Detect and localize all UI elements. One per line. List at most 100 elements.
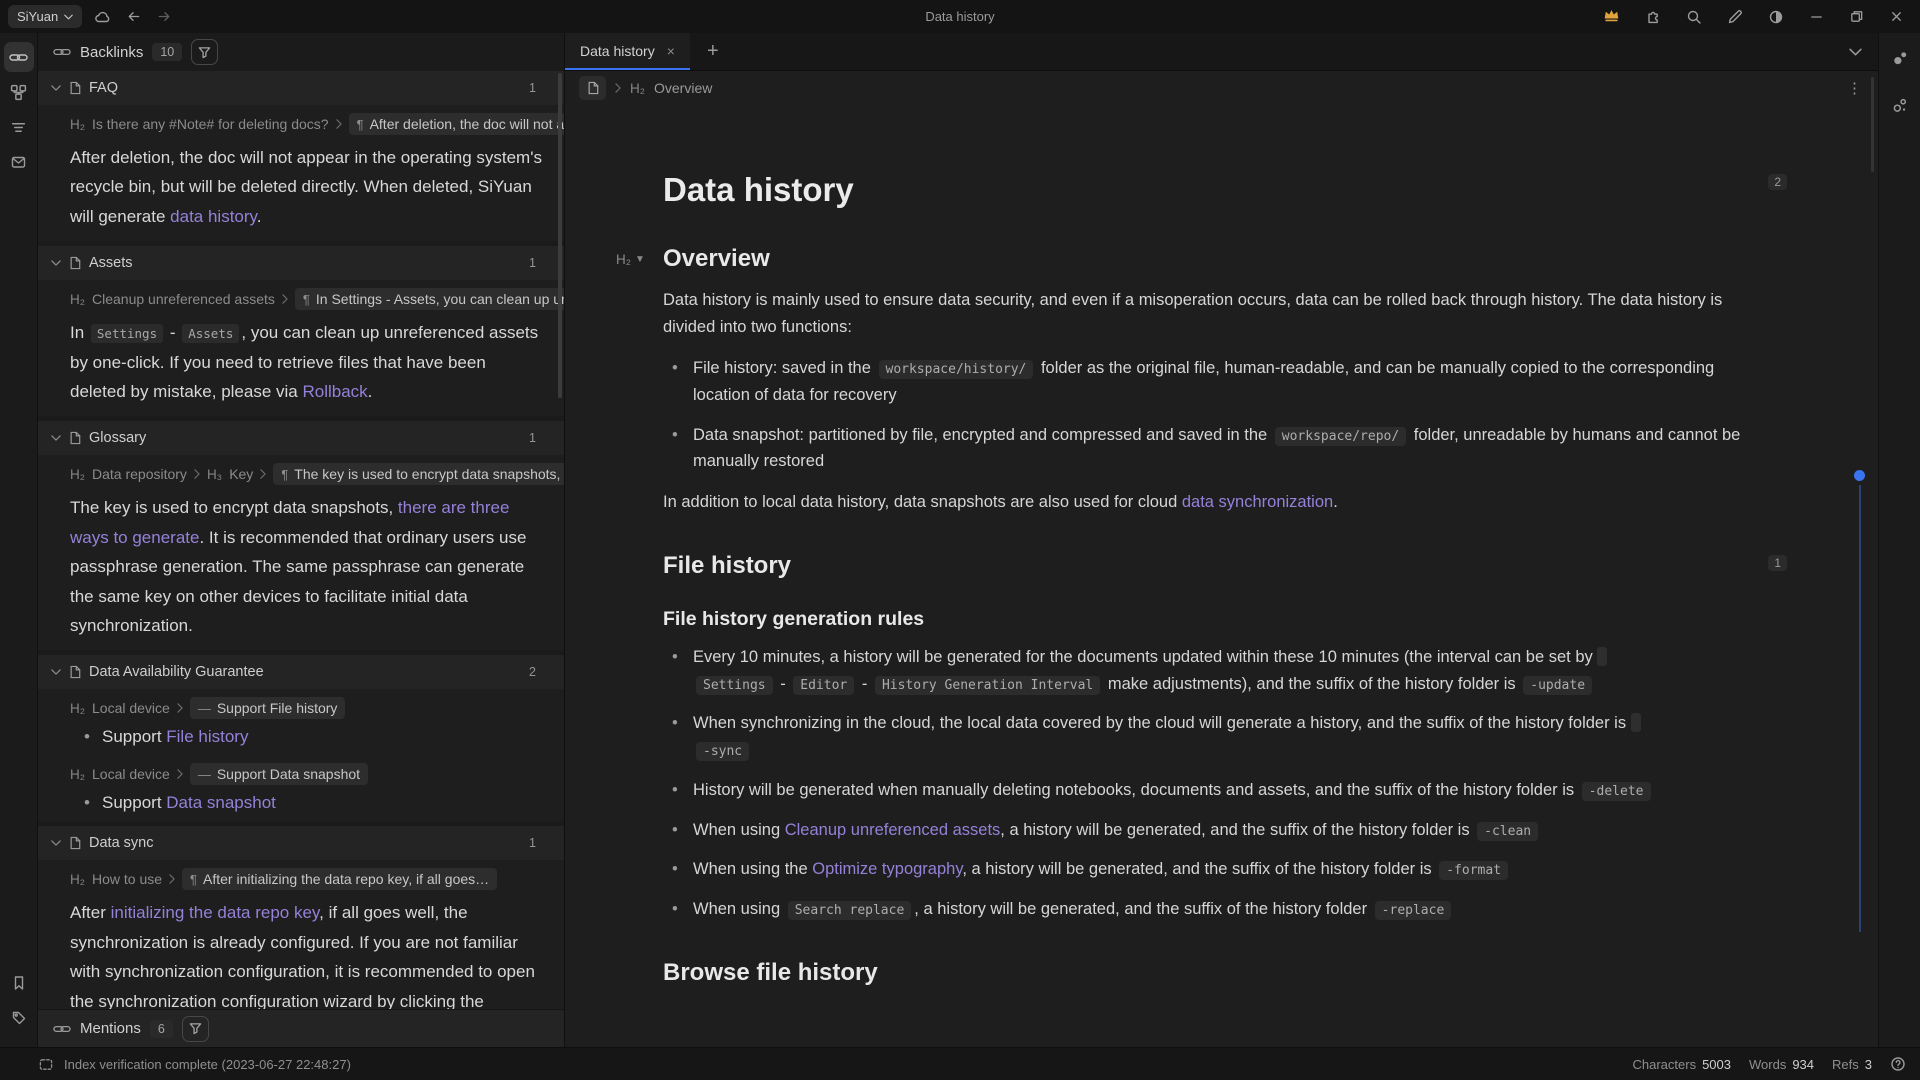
mentions-filter-button[interactable]: [182, 1016, 209, 1042]
breadcrumb-chip[interactable]: ¶After deletion, the doc will not appear…: [349, 113, 564, 135]
breadcrumb-doc-button[interactable]: [579, 76, 606, 100]
dock-graph-view[interactable]: [1885, 46, 1915, 76]
text-run: History will be generated when manually …: [693, 781, 1579, 799]
breadcrumb-chip[interactable]: ¶The key is used to encrypt data snapsho…: [273, 463, 564, 485]
heading-block[interactable]: File history1: [663, 552, 1773, 580]
close-window-button[interactable]: [1887, 7, 1906, 26]
bullet-list-item[interactable]: When using Search replace, a history wil…: [663, 896, 1773, 923]
inline-link[interactable]: Data snapshot: [166, 793, 276, 812]
bullet-list-item[interactable]: Every 10 minutes, a history will be gene…: [663, 644, 1773, 697]
backlink-breadcrumb[interactable]: H₂Local device—Support Data snapshot: [38, 755, 564, 789]
backlink-section-header[interactable]: Data Availability Guarantee2: [38, 655, 564, 689]
tab-data-history[interactable]: Data history ×: [565, 33, 690, 70]
backlink-breadcrumb[interactable]: H₂Local device—Support File history: [38, 689, 564, 723]
dock-outline[interactable]: [4, 112, 34, 142]
paragraph-icon: ¶: [303, 292, 310, 307]
backlinks-panel: Backlinks 10 FAQ1H₂Is there any #Note# f…: [38, 33, 565, 1047]
chip-text: In Settings - Assets, you can clean up u…: [316, 291, 564, 307]
inline-link[interactable]: initializing the data repo key: [111, 903, 320, 922]
heading-tag: H₂: [70, 467, 85, 482]
inline-link[interactable]: data history: [170, 207, 257, 226]
inline-link[interactable]: Rollback: [302, 382, 367, 401]
backlink-section-header[interactable]: Glossary1: [38, 421, 564, 455]
dock-backlinks[interactable]: [4, 42, 34, 72]
heading-gutter[interactable]: H₂▼: [616, 252, 645, 267]
theme-button[interactable]: [1766, 7, 1786, 27]
bullet-list-item[interactable]: When using the Optimize typography, a hi…: [663, 856, 1773, 883]
inline-link[interactable]: Optimize typography: [812, 860, 962, 878]
backlink-list-item[interactable]: Support File history: [38, 723, 564, 755]
marketplace-button[interactable]: [1643, 7, 1663, 27]
bullet-list-item[interactable]: File history: saved in the workspace/his…: [663, 355, 1773, 408]
backlink-breadcrumb[interactable]: H₂Is there any #Note# for deleting docs?…: [38, 105, 564, 139]
chevron-right-icon: [615, 83, 621, 93]
dock-inbox[interactable]: [4, 147, 34, 177]
backlink-section-header[interactable]: Assets1: [38, 246, 564, 280]
backlink-section-header[interactable]: FAQ1: [38, 71, 564, 105]
text-run: Support: [102, 793, 166, 812]
ref-count-badge[interactable]: 1: [1768, 555, 1787, 571]
global-graph-icon: [1891, 97, 1909, 114]
heading-block[interactable]: OverviewH₂▼: [663, 245, 1773, 273]
help-button[interactable]: [1890, 1056, 1906, 1072]
backlink-section-header[interactable]: Data sync1: [38, 826, 564, 860]
backlinks-title: Backlinks: [80, 44, 143, 61]
app-menu-button[interactable]: SiYuan: [8, 5, 82, 28]
inline-link[interactable]: data synchronization: [1182, 493, 1333, 511]
backlink-paragraph[interactable]: After initializing the data repo key, if…: [38, 894, 564, 1009]
breadcrumb-chip[interactable]: ¶After initializing the data repo key, i…: [182, 868, 497, 890]
tab-close-icon[interactable]: ×: [667, 43, 675, 59]
bullet-list-item[interactable]: History will be generated when manually …: [663, 777, 1773, 804]
filter-funnel-icon: [189, 1022, 202, 1035]
edit-mode-button[interactable]: [1725, 7, 1745, 27]
paragraph-block[interactable]: Data history is mainly used to ensure da…: [663, 287, 1773, 341]
heading-block[interactable]: File history generation rules: [663, 608, 1773, 631]
more-options-button[interactable]: ⋮: [1847, 79, 1862, 97]
stat-characters: Characters5003: [1633, 1057, 1732, 1072]
mentions-bar[interactable]: Mentions 6: [38, 1009, 564, 1047]
minimize-button[interactable]: [1807, 7, 1826, 26]
scroll-position-dot[interactable]: [1854, 470, 1865, 481]
restore-button[interactable]: [1847, 7, 1866, 26]
backlink-paragraph[interactable]: The key is used to encrypt data snapshot…: [38, 489, 564, 650]
breadcrumb-chip[interactable]: ¶ In Settings - Assets, you can clean up …: [295, 288, 564, 310]
paragraph-block[interactable]: In addition to local data history, data …: [663, 489, 1773, 516]
breadcrumb-chip[interactable]: —Support Data snapshot: [190, 763, 368, 785]
backlink-paragraph[interactable]: After deletion, the doc will not appear …: [38, 139, 564, 241]
back-button[interactable]: [123, 7, 144, 26]
sync-cloud-button[interactable]: [92, 7, 113, 26]
document-icon: [587, 81, 599, 95]
breadcrumb-text: How to use: [92, 871, 162, 887]
forward-button[interactable]: [154, 7, 175, 26]
breadcrumb-heading[interactable]: Overview: [654, 80, 712, 96]
backlink-breadcrumb[interactable]: H₂How to use¶After initializing the data…: [38, 860, 564, 894]
inline-link[interactable]: File history: [166, 727, 248, 746]
dock-bookmark[interactable]: [4, 968, 34, 998]
heading-block[interactable]: Data history2: [663, 171, 1773, 209]
dock-graph[interactable]: [4, 77, 34, 107]
backlink-list-item[interactable]: Support Data snapshot: [38, 789, 564, 821]
backlink-breadcrumb[interactable]: H₂Data repositoryH₃Key¶The key is used t…: [38, 455, 564, 489]
chevron-right-icon: [169, 874, 175, 884]
bullet-list-item[interactable]: Data snapshot: partitioned by file, encr…: [663, 422, 1773, 475]
backlinks-filter-button[interactable]: [191, 39, 218, 65]
backlink-breadcrumb[interactable]: H₂Cleanup unreferenced assets¶In Setting…: [38, 280, 564, 314]
kbd-tag: workspace/history/: [879, 360, 1034, 379]
panel-scrollbar[interactable]: [558, 73, 562, 398]
heading-block[interactable]: Browse file history: [663, 959, 1773, 987]
membership-button[interactable]: [1601, 6, 1622, 27]
search-button[interactable]: [1684, 7, 1704, 27]
ref-count-badge[interactable]: 2: [1768, 174, 1787, 190]
backlink-paragraph[interactable]: In Settings - Assets, you can clean up u…: [38, 314, 564, 416]
dock-global-graph[interactable]: [1885, 90, 1915, 120]
breadcrumb-chip[interactable]: —Support File history: [190, 697, 346, 719]
new-tab-button[interactable]: +: [690, 33, 736, 70]
dock-tag[interactable]: [4, 1003, 34, 1033]
editor-scrollbar[interactable]: [1871, 77, 1874, 172]
kbd-tag: -sync: [696, 742, 749, 761]
bullet-list-item[interactable]: When using Cleanup unreferenced assets, …: [663, 817, 1773, 844]
expand-tabs-button[interactable]: [1832, 33, 1878, 70]
inline-link[interactable]: Cleanup unreferenced assets: [785, 821, 1001, 839]
tab-bar: Data history × +: [565, 33, 1878, 71]
bullet-list-item[interactable]: When synchronizing in the cloud, the loc…: [663, 710, 1773, 763]
